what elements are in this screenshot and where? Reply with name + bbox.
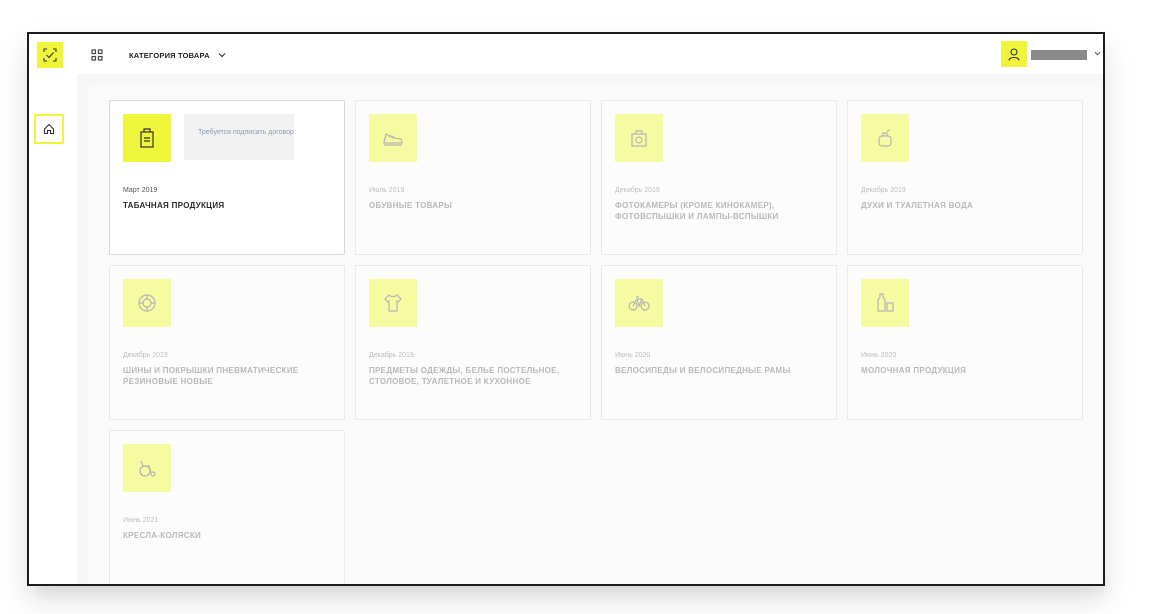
card-date: Декабрь 2019: [615, 187, 660, 194]
card-date: Июнь 2020: [861, 352, 897, 359]
card-date: Декабрь 2019: [123, 352, 168, 359]
category-card-dairy[interactable]: Июнь 2020 МОЛОЧНАЯ ПРОДУКЦИЯ: [847, 265, 1083, 420]
user-name-redacted[interactable]: [1031, 50, 1087, 60]
milk-icon: [861, 279, 909, 327]
card-title: ДУХИ И ТУАЛЕТНАЯ ВОДА: [861, 201, 974, 210]
cigarette-pack-icon: [123, 114, 171, 162]
checkmark-logo-icon[interactable]: [37, 42, 63, 68]
card-title: КРЕСЛА-КОЛЯСКИ: [123, 531, 202, 540]
category-card-perfume[interactable]: Декабрь 2019 ДУХИ И ТУАЛЕТНАЯ ВОДА: [847, 100, 1083, 255]
category-card-tobacco[interactable]: Требуется подписать договор Март 2019 ТА…: [109, 100, 345, 255]
card-title: МОЛОЧНАЯ ПРОДУКЦИЯ: [861, 366, 967, 375]
user-menu-chevron-icon[interactable]: [1094, 49, 1101, 58]
card-date: Июнь 2020: [615, 352, 651, 359]
card-title: ВЕЛОСИПЕДЫ И ВЕЛОСИПЕДНЫЕ РАМЫ: [615, 366, 791, 375]
category-card-tires[interactable]: Декабрь 2019 ШИНЫ И ПОКРЫШКИ ПНЕВМАТИЧЕС…: [109, 265, 345, 420]
shirt-icon: [369, 279, 417, 327]
shoe-icon: [369, 114, 417, 162]
main-area: Требуется подписать договор Март 2019 ТА…: [77, 74, 1103, 584]
sidebar: [29, 74, 75, 584]
category-card-shoes[interactable]: Июль 2019 ОБУВНЫЕ ТОВАРЫ: [355, 100, 591, 255]
chevron-down-icon: [218, 51, 226, 60]
tire-icon: [123, 279, 171, 327]
bicycle-icon: [615, 279, 663, 327]
app-window: КАТЕГОРИЯ ТОВАРА Требуется подписать дог…: [27, 32, 1105, 586]
card-date: Июнь 2021: [123, 517, 159, 524]
home-icon[interactable]: [34, 114, 64, 144]
card-title: ПРЕДМЕТЫ ОДЕЖДЫ, БЕЛЬЕ ПОСТЕЛЬНОЕ, СТОЛО…: [369, 366, 560, 386]
card-title: ФОТОКАМЕРЫ (КРОМЕ КИНОКАМЕР), ФОТОВСПЫШК…: [615, 201, 779, 221]
card-date: Март 2019: [123, 187, 158, 194]
card-date: Декабрь 2019: [861, 187, 906, 194]
card-date: Декабрь 2019: [369, 352, 414, 359]
category-dropdown[interactable]: КАТЕГОРИЯ ТОВАРА: [129, 48, 226, 62]
wheelchair-icon: [123, 444, 171, 492]
category-card-bicycles[interactable]: Июнь 2020 ВЕЛОСИПЕДЫ И ВЕЛОСИПЕДНЫЕ РАМЫ: [601, 265, 837, 420]
user-icon[interactable]: [1001, 41, 1027, 67]
card-title: ТАБАЧНАЯ ПРОДУКЦИЯ: [123, 201, 225, 210]
card-title: ОБУВНЫЕ ТОВАРЫ: [369, 201, 453, 210]
perfume-icon: [861, 114, 909, 162]
category-card-clothing[interactable]: Декабрь 2019 ПРЕДМЕТЫ ОДЕЖДЫ, БЕЛЬЕ ПОСТ…: [355, 265, 591, 420]
grid-icon[interactable]: [91, 48, 103, 61]
top-bar: КАТЕГОРИЯ ТОВАРА: [29, 34, 1103, 74]
notice-badge[interactable]: Требуется подписать договор: [184, 114, 294, 160]
card-title: ШИНЫ И ПОКРЫШКИ ПНЕВМАТИЧЕСКИЕ РЕЗИНОВЫЕ…: [123, 366, 299, 386]
category-card-cameras[interactable]: Декабрь 2019 ФОТОКАМЕРЫ (КРОМЕ КИНОКАМЕР…: [601, 100, 837, 255]
category-grid: Требуется подписать договор Март 2019 ТА…: [89, 86, 1101, 584]
category-card-wheelchairs[interactable]: Июнь 2021 КРЕСЛА-КОЛЯСКИ: [109, 430, 345, 584]
category-dropdown-label: КАТЕГОРИЯ ТОВАРА: [129, 50, 210, 60]
camera-icon: [615, 114, 663, 162]
card-date: Июль 2019: [369, 187, 405, 194]
